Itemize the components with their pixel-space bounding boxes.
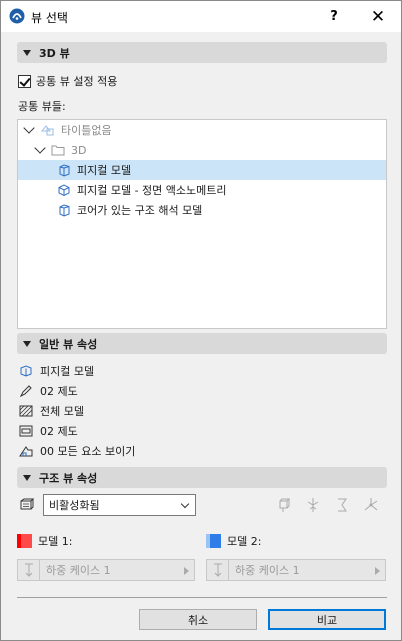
model-1-label-row: 모델 1: xyxy=(17,533,72,549)
section-header-general-view-properties[interactable]: 일반 뷰 속성 xyxy=(17,333,387,354)
expand-chevron-icon[interactable] xyxy=(23,122,35,134)
tree-item-3d-folder[interactable]: 3D xyxy=(18,140,386,160)
general-prop-label: 전체 모델 xyxy=(40,405,84,418)
model-2-label-row: 모델 2: xyxy=(206,533,261,549)
collapse-triangle-icon xyxy=(23,474,31,481)
load-case-icon xyxy=(18,560,40,580)
general-prop-filter: 00 모든 요소 보이기 xyxy=(19,442,135,460)
load-icon[interactable] xyxy=(334,497,350,513)
3d-view-icon xyxy=(59,204,70,217)
general-prop-label: 00 모든 요소 보이기 xyxy=(40,445,136,458)
model-1-load-case-combo[interactable]: 하중 케이스 1 xyxy=(17,559,195,581)
tree-item-label: 타이틀없음 xyxy=(61,124,112,137)
general-prop-label: 02 제도 xyxy=(40,425,78,438)
apply-common-settings-label: 공통 뷰 설정 적용 xyxy=(36,75,118,88)
model-2-color-swatch xyxy=(206,534,221,548)
footer-divider xyxy=(17,597,387,598)
tree-item-label: 3D xyxy=(71,143,87,157)
analytical-view-icon[interactable] xyxy=(276,497,292,513)
chevron-right-icon xyxy=(184,567,189,575)
common-views-label: 공통 뷰들: xyxy=(18,100,66,113)
apply-common-settings-checkbox[interactable] xyxy=(18,74,31,88)
views-tree: 타이틀없음 3D 피지컬 모델 피지컬 모델 - 정면 액소노메트리 코어가 있… xyxy=(17,119,387,329)
general-prop-label: 피지컬 모델 xyxy=(40,365,95,378)
tree-item-physical-model-axonometry[interactable]: 피지컬 모델 - 정면 액소노메트리 xyxy=(18,180,386,200)
expand-chevron-icon[interactable] xyxy=(34,142,46,154)
collapse-triangle-icon xyxy=(23,340,31,347)
general-prop-model-view: 피지컬 모델 xyxy=(19,362,94,380)
tree-item-physical-model[interactable]: 피지컬 모델 xyxy=(18,160,386,180)
structural-display-icon xyxy=(20,498,35,510)
filter-icon xyxy=(19,446,33,457)
load-case-value: 하중 케이스 1 xyxy=(46,564,111,577)
tree-item-label: 피지컬 모델 xyxy=(77,164,132,177)
section-title: 구조 뷰 속성 xyxy=(39,471,98,485)
tree-item-label: 피지컬 모델 - 정면 액소노메트리 xyxy=(77,184,227,197)
archicad-app-icon xyxy=(9,8,25,24)
pen-set-icon xyxy=(19,385,32,398)
load-case-value: 하중 케이스 1 xyxy=(235,564,300,577)
compare-button[interactable]: 비교 xyxy=(268,609,386,630)
project-icon xyxy=(41,125,54,136)
3d-view-icon xyxy=(59,164,70,177)
folder-icon xyxy=(51,145,65,156)
general-prop-layer-combination: 02 제도 xyxy=(19,422,78,440)
section-title: 3D 뷰 xyxy=(39,46,70,60)
title-bar: 뷰 선택 ? ✕ xyxy=(1,1,401,32)
graphic-override-icon xyxy=(19,405,33,417)
cancel-button[interactable]: 취소 xyxy=(139,609,257,630)
tree-item-structural-analytical-model[interactable]: 코어가 있는 구조 해석 모델 xyxy=(18,200,386,220)
model-1-color-swatch xyxy=(17,534,32,548)
model-2-load-case-combo[interactable]: 하중 케이스 1 xyxy=(206,559,386,581)
dialog-title: 뷰 선택 xyxy=(31,11,68,25)
chevron-right-icon xyxy=(375,567,380,575)
section-header-3d-view[interactable]: 3D 뷰 xyxy=(17,42,387,63)
model-view-icon xyxy=(20,365,32,377)
model-1-label: 모델 1: xyxy=(38,535,73,548)
tree-item-label: 코어가 있는 구조 해석 모델 xyxy=(77,204,203,217)
dialog-body: 3D 뷰 공통 뷰 설정 적용 공통 뷰들: 타이틀없음 3D 피지컬 모델 피… xyxy=(1,32,401,640)
tree-item-project[interactable]: 타이틀없음 xyxy=(18,120,386,140)
apply-common-settings-row[interactable]: 공통 뷰 설정 적용 xyxy=(18,73,117,89)
load-case-icon xyxy=(207,560,229,580)
chevron-down-icon xyxy=(180,499,190,509)
layer-combination-icon xyxy=(19,425,33,437)
combo-value: 비활성화됨 xyxy=(49,499,100,512)
close-button[interactable]: ✕ xyxy=(358,1,398,32)
general-prop-pen-set: 02 제도 xyxy=(19,382,78,400)
model-2-label: 모델 2: xyxy=(227,535,262,548)
section-title: 일반 뷰 속성 xyxy=(39,337,98,351)
support-icon[interactable] xyxy=(305,497,321,513)
result-axes-icon[interactable] xyxy=(363,497,379,513)
axonometric-view-icon xyxy=(58,184,70,197)
help-button[interactable]: ? xyxy=(314,1,354,32)
collapse-triangle-icon xyxy=(23,49,31,56)
structural-display-combo[interactable]: 비활성화됨 xyxy=(43,494,196,516)
general-prop-graphic-override: 전체 모델 xyxy=(19,402,84,420)
general-prop-label: 02 제도 xyxy=(40,385,78,398)
view-selection-dialog: 뷰 선택 ? ✕ 3D 뷰 공통 뷰 설정 적용 공통 뷰들: 타이틀없음 3D… xyxy=(0,0,402,641)
section-header-structural-view-properties[interactable]: 구조 뷰 속성 xyxy=(17,467,387,488)
